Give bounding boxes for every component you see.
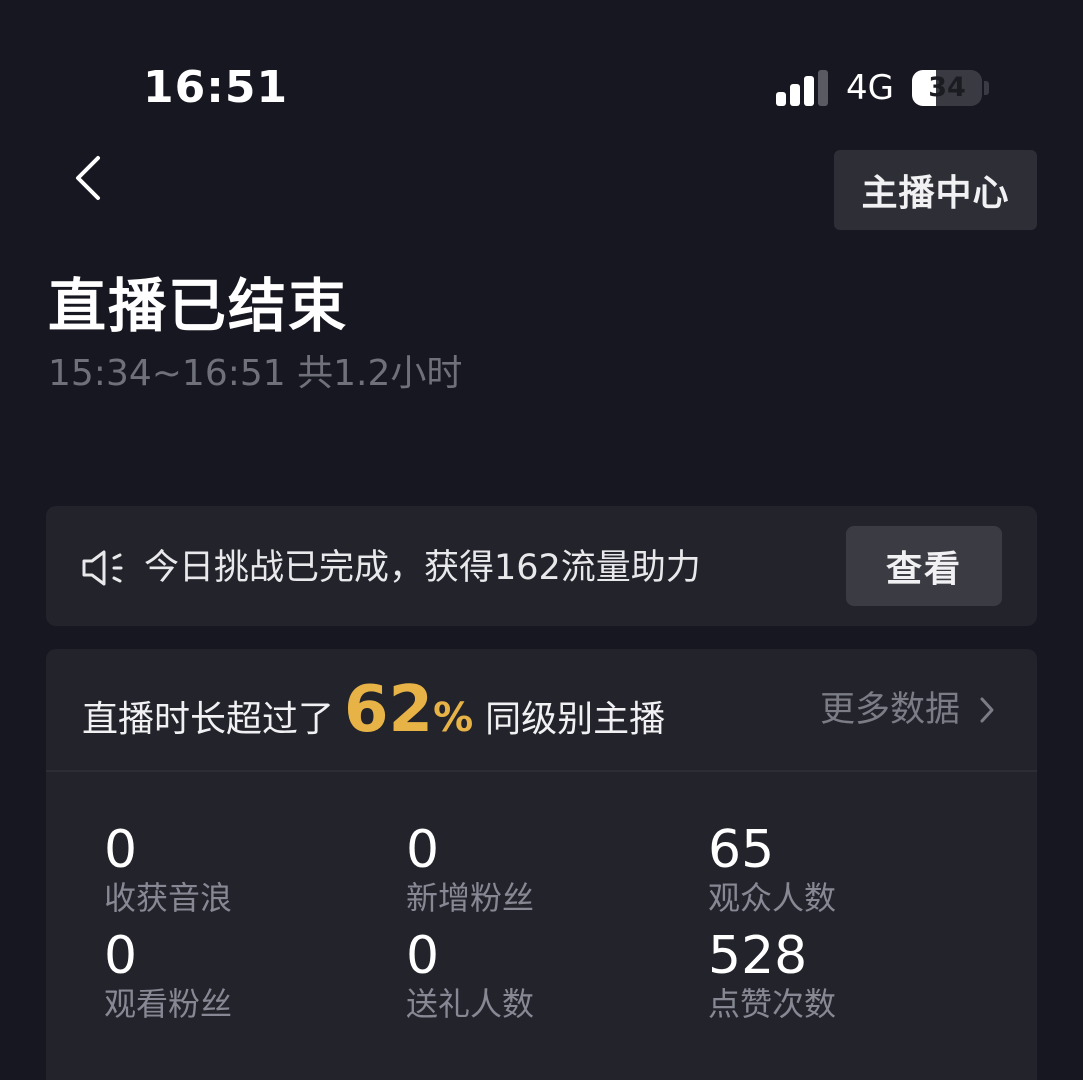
network-type-label: 4G [846, 68, 894, 108]
chevron-left-icon [76, 156, 100, 200]
challenge-message: 今日挑战已完成，获得162流量助力 [144, 548, 701, 588]
duration-ranking: 直播时长超过了 62 % 同级别主播 [82, 670, 665, 750]
stat-label: 送礼人数 [406, 985, 535, 1023]
ranking-suffix: 同级别主播 [485, 699, 666, 740]
view-button[interactable]: 查看 [846, 526, 1002, 606]
stat-value: 528 [708, 926, 808, 986]
stat-item: 0 新增粉丝 [406, 822, 534, 918]
battery-level: 34 [928, 72, 966, 103]
battery-icon: 34 [912, 68, 990, 108]
stat-value: 65 [708, 820, 775, 880]
stat-item: 0 观看粉丝 [104, 928, 232, 1024]
anchor-center-button[interactable]: 主播中心 [834, 150, 1037, 230]
session-time-range: 15:34~16:51 共1.2小时 [48, 353, 463, 394]
stat-label: 观众人数 [708, 879, 837, 917]
cellular-signal-icon [776, 70, 828, 106]
stat-value: 0 [406, 926, 440, 986]
stat-label: 收获音浪 [104, 879, 233, 917]
ranking-prefix: 直播时长超过了 [82, 699, 335, 740]
stat-label: 点赞次数 [708, 985, 837, 1023]
speaker-icon [82, 550, 123, 586]
stat-item: 0 收获音浪 [104, 822, 232, 918]
stat-value: 0 [104, 820, 138, 880]
ranking-percent-sign: % [433, 695, 474, 741]
page-title: 直播已结束 [48, 272, 349, 340]
status-time: 16:51 [143, 62, 289, 113]
stat-value: 0 [406, 820, 440, 880]
stat-item: 0 送礼人数 [406, 928, 534, 1024]
divider [46, 770, 1037, 772]
back-button[interactable] [62, 150, 118, 206]
stat-value: 0 [104, 926, 138, 986]
chevron-right-icon [980, 697, 994, 723]
ranking-percent: 62 [344, 673, 434, 747]
stat-item: 65 观众人数 [708, 822, 836, 918]
stat-label: 观看粉丝 [104, 985, 233, 1023]
more-data-link[interactable]: 更多数据 [820, 686, 996, 734]
stat-item: 528 点赞次数 [708, 928, 836, 1024]
more-data-label: 更多数据 [820, 690, 961, 730]
stat-label: 新增粉丝 [406, 879, 535, 917]
